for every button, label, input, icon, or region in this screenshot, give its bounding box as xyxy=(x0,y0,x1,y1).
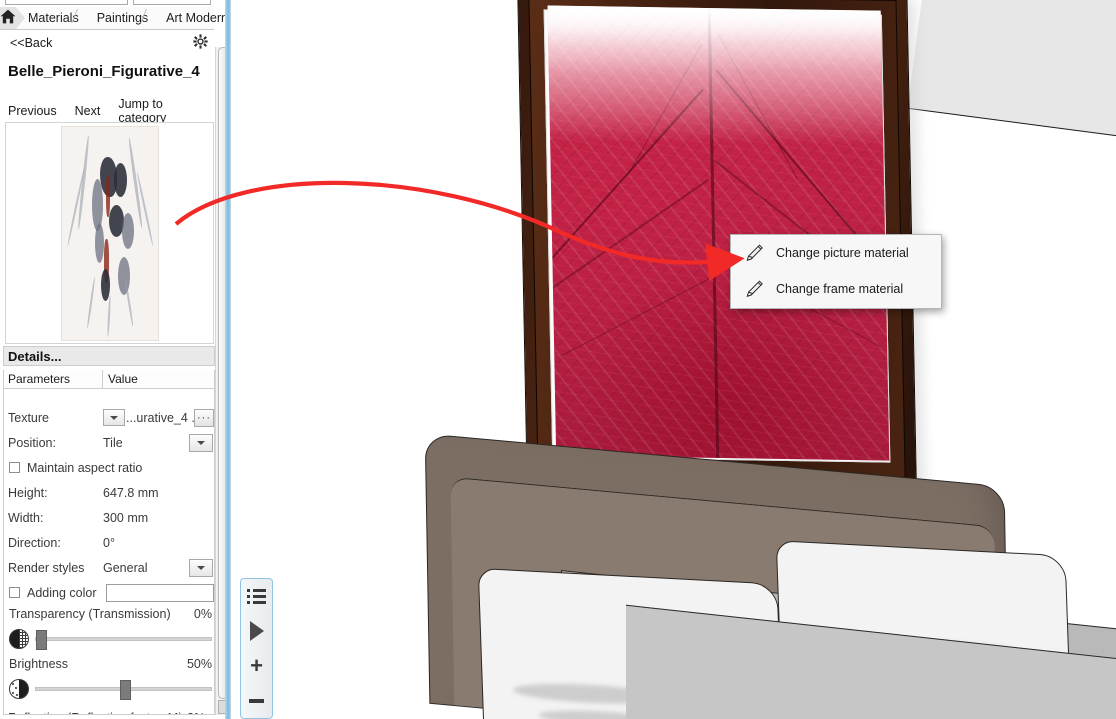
slider-transparency-label: Transparency (Transmission) xyxy=(9,607,171,621)
slider-transparency[interactable]: Transparency (Transmission) 0% xyxy=(9,607,212,650)
breadcrumb[interactable]: Materials Paintings Art Modern xyxy=(0,7,228,30)
param-label-reflection: Reflection (Reflection factor, Mirrc xyxy=(8,711,196,715)
play-button[interactable] xyxy=(240,614,273,649)
breadcrumb-label: Art Modern xyxy=(166,11,228,25)
plus-icon: + xyxy=(250,652,263,678)
param-label-adding-color: Adding color xyxy=(27,585,97,600)
param-value-reflection: 2% xyxy=(187,711,205,715)
zoom-out-button[interactable] xyxy=(240,683,273,718)
adding-color-checkbox[interactable] xyxy=(9,587,20,598)
param-label-height: Height: xyxy=(8,485,48,500)
table-row: Width: 300 mm xyxy=(4,505,214,530)
home-icon xyxy=(0,9,16,27)
slider-transparency-handle[interactable] xyxy=(36,630,47,650)
preview-thumbnail[interactable] xyxy=(5,122,214,344)
jump-to-category-link[interactable]: Jump to category xyxy=(118,97,196,125)
texture-browse-button[interactable]: ··· xyxy=(194,408,214,427)
chevron-down-icon xyxy=(197,565,205,570)
context-menu-item-change-frame-material[interactable]: Change frame material xyxy=(731,271,941,307)
param-value-direction[interactable]: 0° xyxy=(103,536,115,550)
list-icon xyxy=(247,588,266,604)
slider-transparency-value: 0% xyxy=(193,607,212,621)
param-label-direction: Direction: xyxy=(8,535,61,550)
zoom-in-button[interactable]: + xyxy=(240,649,273,684)
next-link[interactable]: Next xyxy=(75,104,101,118)
catalog-panel[interactable]: Materials Paintings Art Modern <<Back Be… xyxy=(0,0,231,719)
table-row[interactable]: Position: Tile xyxy=(4,430,214,455)
back-link[interactable]: <<Back xyxy=(10,36,52,50)
column-header-parameters: Parameters xyxy=(4,370,103,388)
table-row: Direction: 0° xyxy=(4,530,214,555)
param-label-texture: Texture xyxy=(8,410,49,425)
chevron-down-icon xyxy=(110,415,118,420)
pencil-icon xyxy=(739,242,769,264)
panel-header-row: <<Back xyxy=(0,31,214,55)
table-row-reflection: Reflection (Reflection factor, Mirrc 2% xyxy=(4,705,214,715)
page-title: Belle_Pieroni_Figurative_4 xyxy=(8,63,200,80)
table-row: Height: 647.8 mm xyxy=(4,480,214,505)
context-menu-item-change-picture-material[interactable]: Change picture material xyxy=(731,235,941,271)
slider-brightness-value: 50% xyxy=(186,657,212,671)
context-menu[interactable]: Change picture material Change frame mat… xyxy=(730,234,942,309)
canvas-highlight xyxy=(547,5,884,146)
render-styles-dropdown-button[interactable] xyxy=(189,558,213,577)
context-menu-item-label: Change frame material xyxy=(776,282,904,296)
parameters-table-header: Parameters Value xyxy=(3,370,215,389)
details-header[interactable]: Details... xyxy=(3,346,215,366)
transparency-icon xyxy=(9,629,29,649)
breadcrumb-item-paintings[interactable]: Paintings xyxy=(85,7,154,29)
item-navigation[interactable]: Previous Next Jump to category xyxy=(8,97,214,125)
param-label-position: Position: xyxy=(8,435,56,450)
slider-transparency-header: Transparency (Transmission) 0% xyxy=(9,607,212,621)
parameters-table[interactable]: Texture ...urative_4 .jpg ··· Position: … xyxy=(3,389,215,715)
brightness-icon xyxy=(9,679,29,699)
list-view-button[interactable] xyxy=(240,579,273,614)
slider-brightness-header: Brightness 50% xyxy=(9,657,212,671)
param-value-height[interactable]: 647.8 mm xyxy=(103,486,159,500)
toolbar-strip-partial xyxy=(0,0,231,7)
breadcrumb-item-materials[interactable]: Materials xyxy=(16,7,85,29)
panel-splitter[interactable] xyxy=(225,0,231,719)
slider-brightness[interactable]: Brightness 50% xyxy=(9,657,212,700)
breadcrumb-home[interactable] xyxy=(0,7,25,29)
slider-brightness-label: Brightness xyxy=(9,657,69,671)
chevron-down-icon xyxy=(197,440,205,445)
breadcrumb-item-art-modern[interactable]: Art Modern xyxy=(154,7,234,29)
adding-color-swatch[interactable] xyxy=(106,583,214,602)
table-row[interactable]: Render styles General xyxy=(4,555,214,580)
minus-icon xyxy=(249,698,264,703)
maintain-aspect-ratio-checkbox[interactable] xyxy=(9,462,20,473)
slider-brightness-track[interactable] xyxy=(35,680,212,700)
table-row[interactable]: Texture ...urative_4 .jpg ··· xyxy=(4,405,214,430)
play-icon xyxy=(249,621,264,642)
gear-icon[interactable] xyxy=(193,34,208,52)
position-dropdown-button[interactable] xyxy=(189,433,213,452)
table-row[interactable]: Maintain aspect ratio xyxy=(4,455,214,480)
3d-viewport[interactable] xyxy=(231,0,1116,719)
param-label-width: Width: xyxy=(8,510,44,525)
param-value-width[interactable]: 300 mm xyxy=(103,511,148,525)
param-value-render-styles: General xyxy=(103,560,148,575)
column-header-value: Value xyxy=(108,372,138,386)
table-row[interactable]: Adding color xyxy=(4,580,214,605)
slider-brightness-handle[interactable] xyxy=(120,680,131,700)
context-menu-item-label: Change picture material xyxy=(776,246,909,260)
pencil-icon xyxy=(739,278,769,300)
texture-dropdown-button[interactable] xyxy=(103,409,125,426)
view-toolbar[interactable]: + xyxy=(240,578,273,719)
param-label-render-styles: Render styles xyxy=(8,560,85,575)
artwork-thumbnail-image xyxy=(60,125,159,341)
slider-transparency-track[interactable] xyxy=(35,630,212,650)
param-value-position: Tile xyxy=(103,435,123,450)
previous-link[interactable]: Previous xyxy=(8,104,57,118)
param-label-maintain-aspect-ratio: Maintain aspect ratio xyxy=(27,460,143,475)
